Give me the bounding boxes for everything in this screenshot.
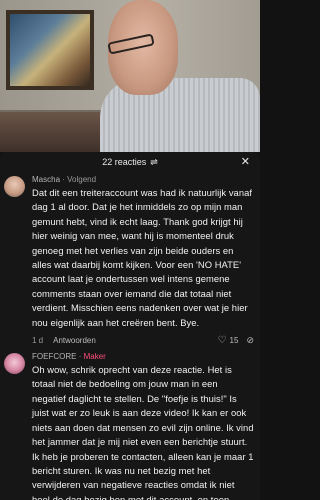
comment-age: 1 d — [32, 335, 44, 345]
comment-text: Dat dit een treiteraccount was had ik na… — [32, 187, 253, 328]
comment-author[interactable]: FOEFCORE — [32, 352, 76, 361]
sofa — [0, 112, 110, 152]
creator-tag: Maker — [83, 352, 106, 362]
comments-sheet: 22 reacties ⇌ ✕ Mascha · Volgend Dat dit… — [0, 152, 260, 500]
comments-header: 22 reacties ⇌ ✕ — [0, 152, 260, 172]
comment-item: FOEFCORE · Maker Oh wow, schrik oprecht … — [0, 351, 260, 500]
dislike-icon[interactable]: ⊘ — [246, 335, 254, 346]
like-button[interactable]: ♡ 15 — [218, 335, 239, 346]
meta-separator: · — [78, 352, 82, 362]
heart-icon: ♡ — [217, 334, 227, 346]
wall-painting — [6, 10, 94, 90]
like-count: 15 — [229, 335, 239, 345]
author-tag: Volgend — [67, 175, 97, 184]
reply-button[interactable]: Antwoorden — [53, 336, 96, 345]
comment-meta: FOEFCORE · Maker — [32, 351, 254, 363]
video-player[interactable] — [0, 0, 260, 152]
comment-author[interactable]: Mascha — [32, 175, 60, 184]
avatar[interactable] — [4, 176, 25, 197]
avatar[interactable] — [4, 353, 25, 375]
filter-icon[interactable]: ⇌ — [150, 157, 158, 168]
comments-count-title: 22 reacties — [102, 157, 147, 167]
comment-meta: Mascha · Volgend — [32, 174, 254, 186]
close-icon[interactable]: ✕ — [241, 155, 250, 168]
meta-separator: · — [62, 175, 65, 184]
comment-actions: 1 d Antwoorden ♡ 15 ⊘ — [32, 332, 254, 348]
comment-item: Mascha · Volgend Dat dit een treiteracco… — [0, 174, 260, 348]
comment-text: Oh wow, schrik oprecht van deze reactie.… — [32, 364, 254, 500]
